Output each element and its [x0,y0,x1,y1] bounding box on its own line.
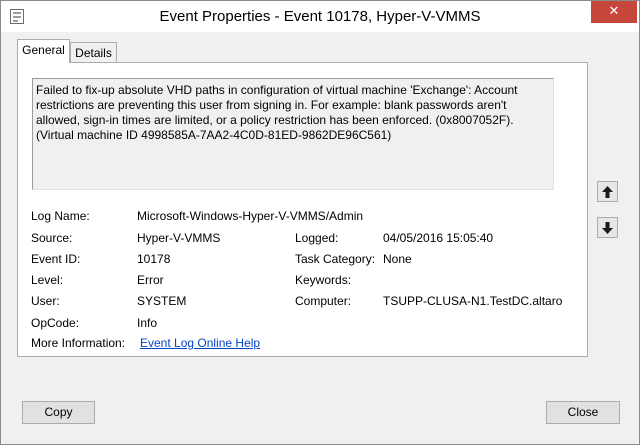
event-properties-window: Event Properties - Event 10178, Hyper-V-… [0,0,640,445]
tab-details-label: Details [75,46,112,60]
next-event-button[interactable] [597,217,618,238]
close-icon: ✕ [608,4,620,19]
arrow-down-icon [602,221,613,234]
close-button-label: Close [567,405,599,419]
more-info-label: More Information: [31,336,126,350]
source-label: Source: [31,231,73,245]
event-log-help-link[interactable]: Event Log Online Help [140,336,260,350]
copy-button-label: Copy [44,405,73,419]
source-value: Hyper-V-VMMS [137,231,221,245]
task-category-label: Task Category: [295,252,376,266]
tab-general-label: General [22,43,65,57]
computer-value: TSUPP-CLUSA-N1.TestDC.altaro.c [383,294,563,308]
copy-button[interactable]: Copy [22,401,95,424]
tab-general[interactable]: General [17,39,70,63]
level-value: Error [137,273,164,287]
logged-label: Logged: [295,231,339,245]
event-description[interactable]: Failed to fix-up absolute VHD paths in c… [32,78,554,190]
log-name-value: Microsoft-Windows-Hyper-V-VMMS/Admin [137,209,364,223]
log-name-label: Log Name: [31,209,90,223]
title-bar[interactable]: Event Properties - Event 10178, Hyper-V-… [1,1,639,32]
level-label: Level: [31,273,64,287]
user-label: User: [31,294,60,308]
opcode-label: OpCode: [31,316,80,330]
window-title: Event Properties - Event 10178, Hyper-V-… [159,8,481,25]
keywords-label: Keywords: [295,273,352,287]
task-category-value: None [383,252,412,266]
arrow-up-icon [602,185,613,198]
event-id-value: 10178 [137,252,171,266]
event-id-label: Event ID: [31,252,81,266]
previous-event-button[interactable] [597,181,618,202]
close-window-button[interactable]: ✕ [591,1,637,23]
computer-label: Computer: [295,294,352,308]
opcode-value: Info [137,316,158,330]
user-value: SYSTEM [137,294,187,308]
close-button[interactable]: Close [546,401,620,424]
tab-details[interactable]: Details [70,42,117,64]
logged-value: 04/05/2016 15:05:40 [383,231,494,245]
